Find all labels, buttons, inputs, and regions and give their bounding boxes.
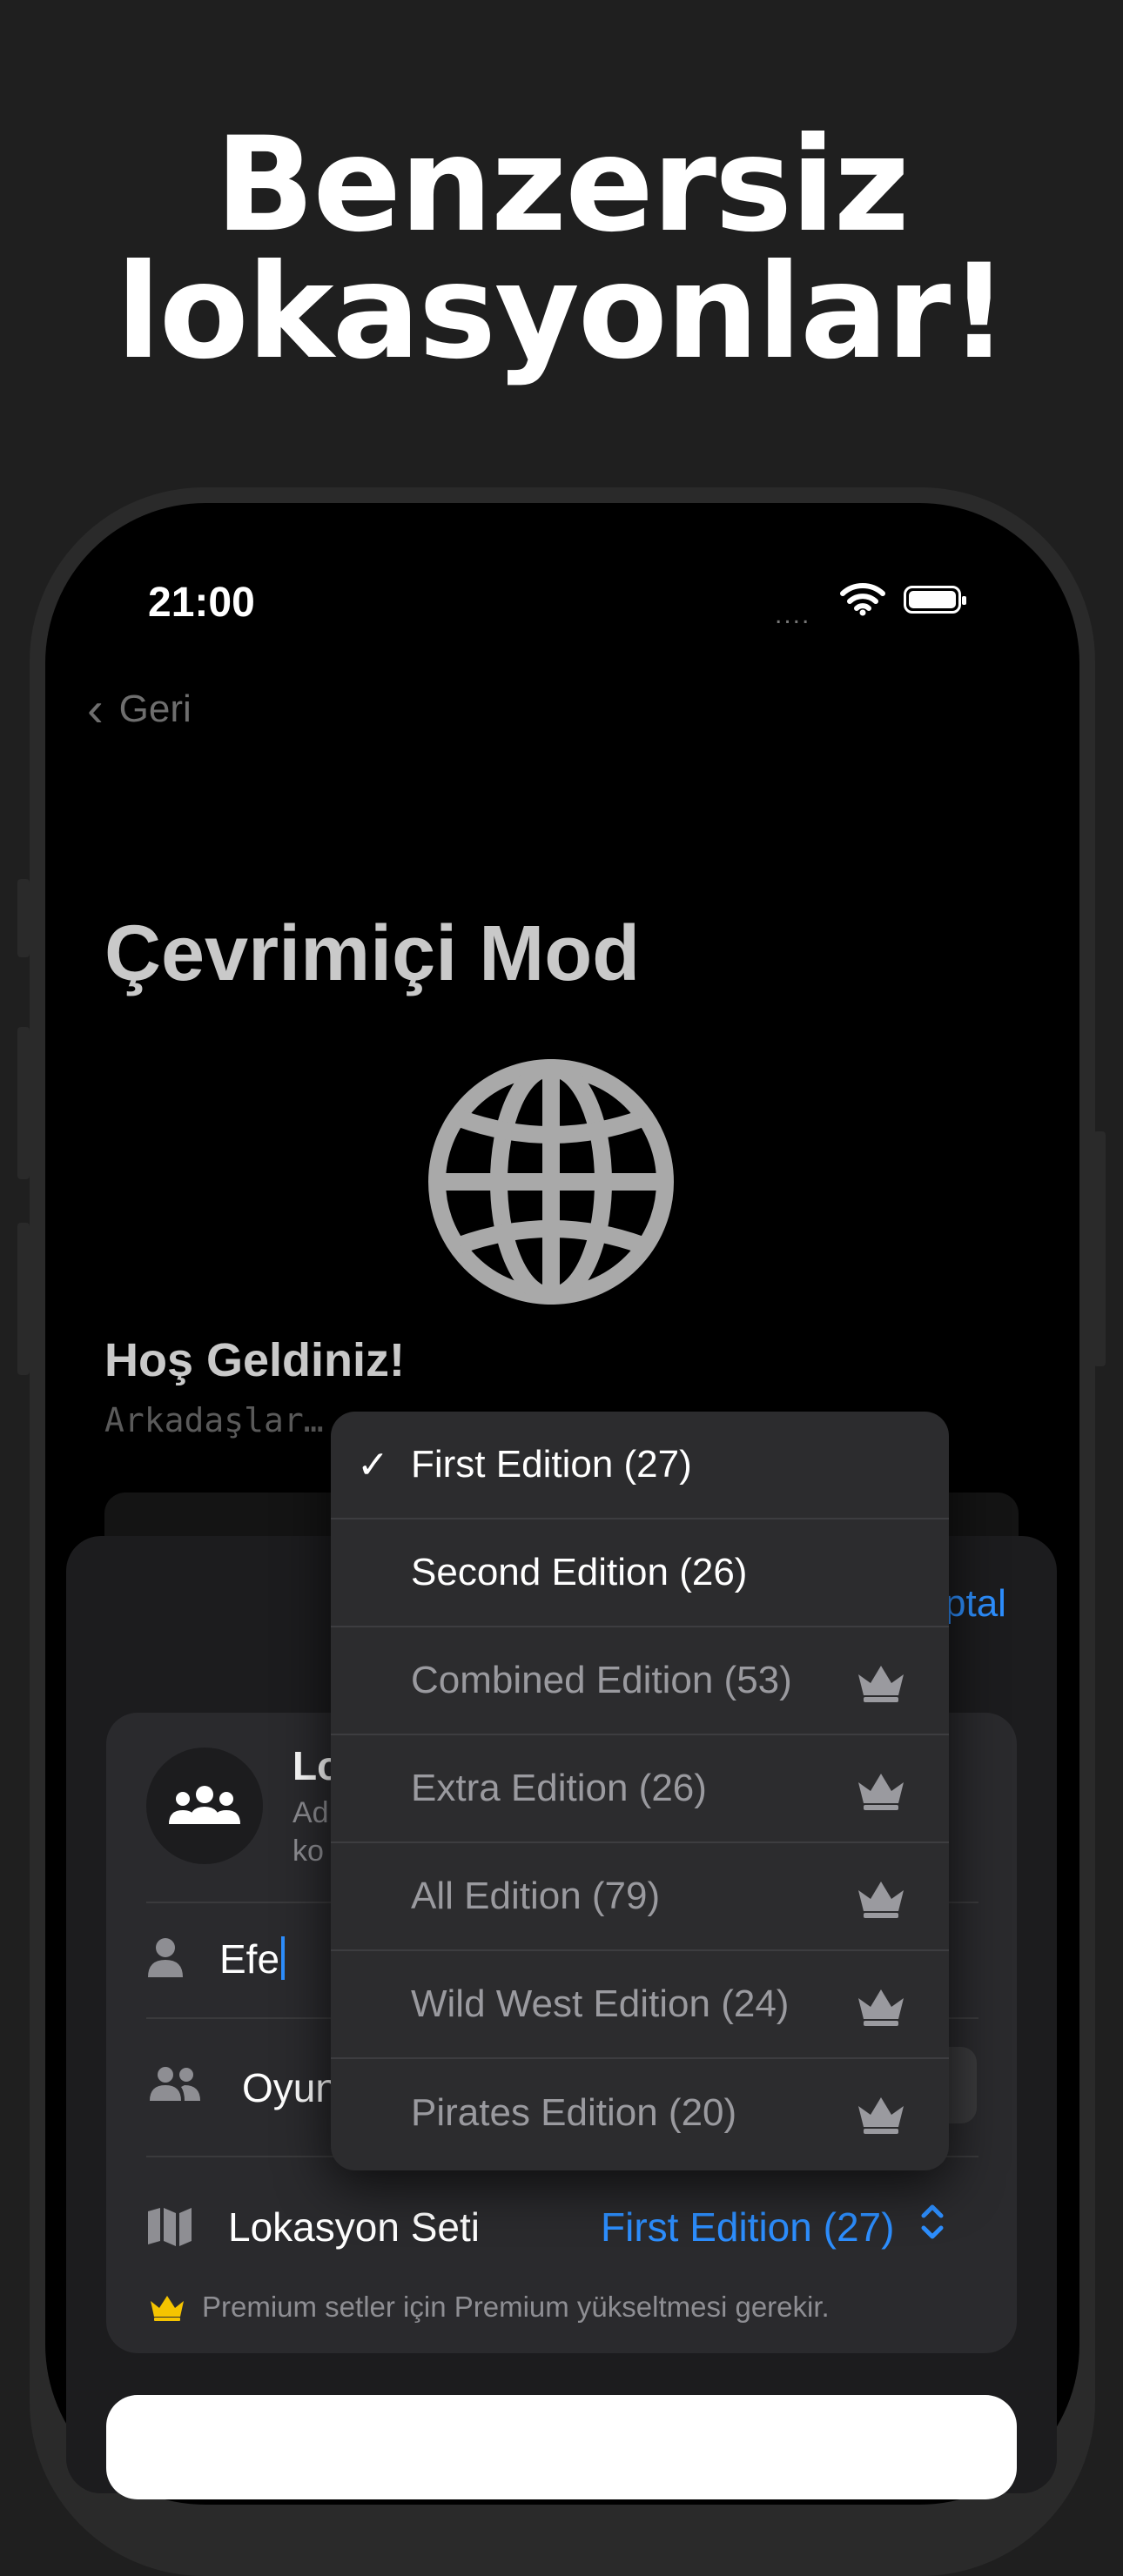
- menu-item-label: All Edition (79): [411, 1875, 661, 1917]
- menu-item-extra-edition[interactable]: Extra Edition (26): [331, 1735, 949, 1843]
- menu-item-combined-edition[interactable]: Combined Edition (53): [331, 1627, 949, 1735]
- cancel-button[interactable]: ptal: [945, 1582, 1006, 1626]
- card-description-line-1: Ad: [293, 1796, 329, 1829]
- menu-item-label: Extra Edition (26): [411, 1767, 707, 1809]
- map-icon: [146, 2206, 193, 2251]
- name-input[interactable]: Efe: [219, 1935, 286, 1982]
- menu-item-label: Wild West Edition (24): [411, 1982, 790, 2025]
- menu-item-label: Second Edition (26): [411, 1551, 748, 1593]
- crown-icon: [858, 1989, 904, 2026]
- back-button[interactable]: ‹ Geri: [87, 681, 192, 736]
- volume-up-button: [17, 1027, 30, 1179]
- crown-icon: [858, 1774, 904, 1810]
- location-set-label: Lokasyon Seti: [228, 2204, 480, 2250]
- crown-icon: [151, 2296, 184, 2321]
- menu-item-second-edition[interactable]: Second Edition (26): [331, 1519, 949, 1627]
- location-set-menu: ✓ First Edition (27) Second Edition (26)…: [331, 1412, 949, 2170]
- menu-item-label: Pirates Edition (20): [411, 2091, 737, 2134]
- menu-item-label: Combined Edition (53): [411, 1659, 792, 1701]
- promo-headline: Benzersiz lokasyonlar!: [0, 110, 1123, 388]
- name-input-value: Efe: [219, 1936, 280, 1982]
- text-caret: [281, 1936, 286, 1980]
- menu-item-all-edition[interactable]: All Edition (79): [331, 1843, 949, 1951]
- welcome-heading: Hoş Geldiniz!: [104, 1334, 406, 1386]
- menu-item-pirates-edition[interactable]: Pirates Edition (20): [331, 2059, 949, 2167]
- status-time: 21:00: [148, 580, 255, 626]
- players-label: Oyun: [242, 2065, 338, 2110]
- person-icon: [146, 1937, 185, 1982]
- wifi-icon: [839, 581, 886, 621]
- battery-icon: [904, 586, 966, 614]
- location-set-picker[interactable]: First Edition (27): [601, 2204, 894, 2251]
- card-description-line-2: ko: [293, 1835, 324, 1868]
- welcome-subtext: Arkadaşlar…: [104, 1401, 324, 1439]
- menu-item-label: First Edition (27): [411, 1443, 692, 1486]
- globe-icon: [427, 1057, 676, 1311]
- checkmark-icon: ✓: [357, 1443, 389, 1486]
- people-icon: [146, 2066, 204, 2107]
- headline-line-2: lokasyonlar!: [116, 237, 1008, 388]
- headline-line-1: Benzersiz: [215, 110, 910, 261]
- back-label: Geri: [118, 688, 192, 730]
- crown-icon: [858, 1666, 904, 1702]
- power-button: [1093, 1131, 1106, 1366]
- menu-item-wild-west-edition[interactable]: Wild West Edition (24): [331, 1951, 949, 2059]
- premium-note-text: Premium setler için Premium yükseltmesi …: [202, 2291, 830, 2323]
- side-button: [17, 879, 30, 957]
- crown-icon: [858, 1882, 904, 1918]
- primary-action-button[interactable]: [106, 2395, 1017, 2499]
- volume-down-button: [17, 1223, 30, 1375]
- chevron-left-icon: ‹: [87, 681, 104, 736]
- menu-item-first-edition[interactable]: ✓ First Edition (27): [331, 1412, 949, 1519]
- updown-chevron-icon: [918, 2200, 947, 2248]
- group-icon: [146, 1748, 263, 1864]
- page-title: Çevrimiçi Mod: [104, 910, 641, 997]
- crown-icon: [858, 2097, 904, 2134]
- signal-indicator: ....: [775, 600, 811, 629]
- premium-note: Premium setler için Premium yükseltmesi …: [148, 2291, 830, 2324]
